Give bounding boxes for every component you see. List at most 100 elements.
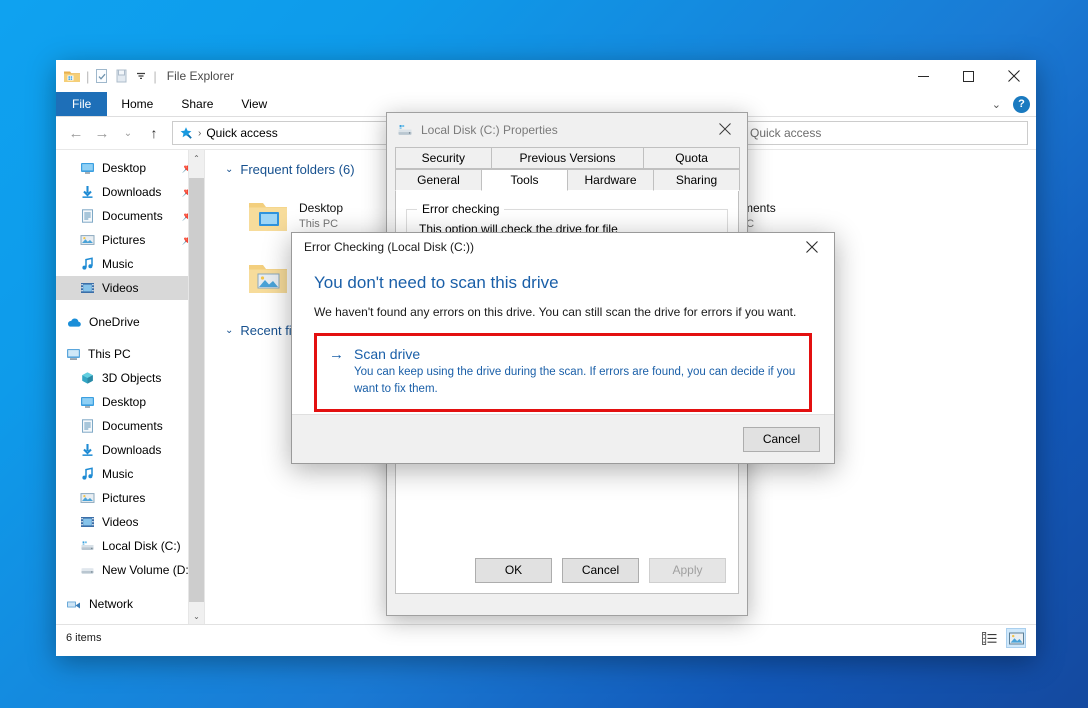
error-checking-dialog-title: Error Checking (Local Disk (C:)) [304,240,474,254]
sidebar-item-3d-objects[interactable]: 3D Objects [56,366,204,390]
desktop-background: | | [0,0,1088,708]
tab-hardware[interactable]: Hardware [567,169,654,191]
3dobjects-icon [80,371,95,385]
properties-dialog-title: Local Disk (C:) Properties [421,123,558,137]
scroll-down-arrow-icon[interactable]: ⌄ [189,608,204,624]
properties-title-bar: Local Disk (C:) Properties [387,113,747,147]
cancel-button[interactable]: Cancel [743,427,820,452]
navigation-pane-scrollbar[interactable]: ⌃ ⌄ [188,150,204,624]
sidebar-item-label: Downloads [102,443,161,457]
breadcrumb-current: Quick access [206,126,277,140]
folder-icon[interactable] [64,69,80,83]
properties-tab-strip: Security Previous Versions Quota General… [387,147,747,191]
sidebar-item-documents-pc[interactable]: Documents [56,414,204,438]
onedrive-icon [66,315,82,329]
desktop-icon [80,395,95,409]
apply-button: Apply [649,558,726,583]
scroll-up-arrow-icon[interactable]: ⌃ [189,150,204,166]
ok-button[interactable]: OK [475,558,552,583]
folder-pictures-icon [247,260,289,296]
sidebar-item-network[interactable]: Network [56,592,204,616]
sidebar-item-label: 3D Objects [102,371,161,385]
toolbar-separator-2: | [153,69,156,84]
sidebar-item-pictures-pc[interactable]: Pictures [56,486,204,510]
scan-drive-label: Scan drive [354,346,797,362]
error-checking-footer: Cancel [292,414,834,463]
large-icons-view-icon[interactable] [1006,628,1026,648]
recent-locations-button[interactable]: ⌄ [116,121,140,145]
breadcrumb-separator: › [198,128,201,139]
up-button[interactable]: ↑ [142,121,166,145]
pictures-icon [80,233,95,247]
close-icon[interactable] [703,113,747,145]
list-item-text: Desktop This PC [299,201,343,231]
sidebar-item-music-qa[interactable]: Music [56,252,204,276]
customize-chevron-icon[interactable] [135,70,147,82]
tab-security[interactable]: Security [395,147,492,169]
chevron-down-icon[interactable]: ⌄ [988,98,1005,111]
localdisk-icon [397,123,413,138]
sidebar-item-label: Music [102,467,133,481]
navigation-pane: Desktop 📌 Downloads 📌 Documents 📌 [56,150,205,624]
error-checking-legend: Error checking [417,202,504,216]
sidebar-item-documents-qa[interactable]: Documents 📌 [56,204,204,228]
tab-row-1: Security Previous Versions Quota [395,147,739,169]
tab-previous-versions[interactable]: Previous Versions [491,147,645,169]
toolbar-separator-1: | [86,69,89,84]
arrow-right-icon: → [329,346,344,397]
tab-tools[interactable]: Tools [481,169,568,191]
scrollbar-track[interactable] [189,166,204,608]
sidebar-item-videos-qa[interactable]: Videos [56,276,204,300]
sidebar-item-this-pc[interactable]: This PC [56,342,204,366]
sidebar-item-music-pc[interactable]: Music [56,462,204,486]
scan-drive-description: You can keep using the drive during the … [354,364,797,397]
ribbon-tab-view[interactable]: View [227,92,281,116]
list-view-icon[interactable] [980,629,998,647]
chevron-down-icon: ⌄ [225,325,233,336]
minimize-button[interactable] [901,60,946,92]
close-button[interactable] [991,60,1036,92]
properties-icon[interactable] [95,69,109,84]
localdisk-icon [80,539,95,553]
downloads-icon [80,443,95,457]
sidebar-item-label: Desktop [102,161,146,175]
ribbon-tab-share[interactable]: Share [167,92,227,116]
sidebar-item-label: Desktop [102,395,146,409]
ribbon-tab-file[interactable]: File [56,92,107,116]
scan-drive-command-link[interactable]: → Scan drive You can keep using the driv… [317,336,809,409]
tab-sharing[interactable]: Sharing [653,169,740,191]
sidebar-item-new-volume-d[interactable]: New Volume (D:) [56,558,204,582]
new-folder-icon[interactable] [115,69,129,84]
close-icon[interactable] [790,233,834,261]
folder-tree: Desktop 📌 Downloads 📌 Documents 📌 [56,150,204,616]
cancel-button[interactable]: Cancel [562,558,639,583]
back-button[interactable]: ← [64,121,88,145]
search-input[interactable]: Quick access [742,121,1028,145]
sidebar-item-pictures-qa[interactable]: Pictures 📌 [56,228,204,252]
help-icon[interactable]: ? [1013,96,1030,113]
sidebar-item-downloads-qa[interactable]: Downloads 📌 [56,180,204,204]
sidebar-item-label: Pictures [102,491,145,505]
sidebar-item-videos-pc[interactable]: Videos [56,510,204,534]
sidebar-item-desktop-qa[interactable]: Desktop 📌 [56,156,204,180]
sidebar-item-onedrive[interactable]: OneDrive [56,310,204,334]
status-bar: 6 items [56,624,1036,651]
title-bar: | | [56,60,1036,92]
sidebar-item-downloads-pc[interactable]: Downloads [56,438,204,462]
sidebar-item-local-disk-c[interactable]: Local Disk (C:) [56,534,204,558]
forward-button[interactable]: → [90,121,114,145]
view-mode-buttons [980,628,1026,648]
ribbon-tab-home[interactable]: Home [107,92,167,116]
network-icon [66,597,82,611]
sidebar-item-label: Documents [102,419,163,433]
tab-quota[interactable]: Quota [643,147,740,169]
videos-icon [80,515,95,529]
tab-general[interactable]: General [395,169,482,191]
documents-icon [80,419,95,433]
tab-row-2: General Tools Hardware Sharing [395,169,739,191]
scan-drive-highlight: → Scan drive You can keep using the driv… [314,333,812,412]
sidebar-item-desktop-pc[interactable]: Desktop [56,390,204,414]
maximize-button[interactable] [946,60,991,92]
sidebar-item-label: OneDrive [89,315,140,329]
scrollbar-thumb[interactable] [189,178,204,602]
